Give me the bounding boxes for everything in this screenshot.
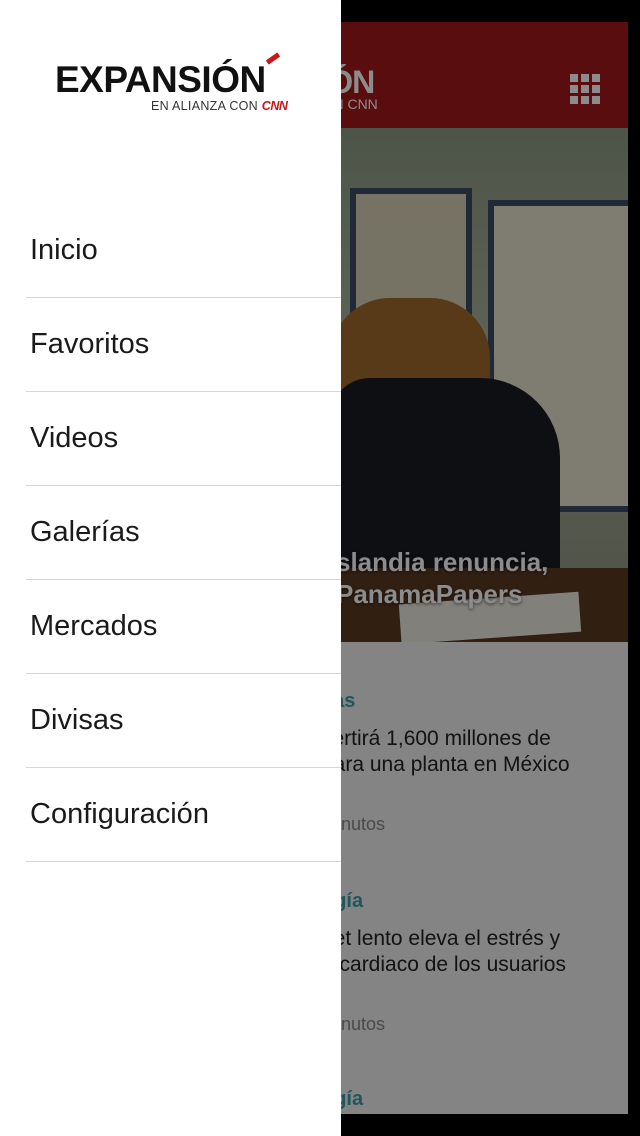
logo-subtitle-prefix: EN ALIANZA CON: [151, 99, 259, 113]
menu-item-mercados[interactable]: Mercados: [26, 580, 341, 674]
logo-accent-mark: [265, 52, 281, 65]
logo-subtitle: EN ALIANZA CON CNN: [151, 99, 288, 113]
menu-item-divisas[interactable]: Divisas: [26, 674, 341, 768]
menu-item-label: Favoritos: [30, 328, 150, 360]
logo-title: EXPANSIÓN: [55, 59, 266, 100]
menu-item-label: Mercados: [30, 610, 158, 642]
menu-item-label: Videos: [30, 422, 119, 454]
menu-item-label: Divisas: [30, 704, 124, 736]
menu-item-label: Galerías: [30, 516, 140, 548]
drawer-menu: Inicio Favoritos Videos Galerías Mercado…: [26, 204, 341, 862]
menu-item-videos[interactable]: Videos: [26, 392, 341, 486]
menu-item-inicio[interactable]: Inicio: [26, 204, 341, 298]
menu-item-galerias[interactable]: Galerías: [26, 486, 341, 580]
menu-item-label: Inicio: [30, 234, 98, 266]
menu-item-favoritos[interactable]: Favoritos: [26, 298, 341, 392]
menu-item-label: Configuración: [30, 798, 209, 830]
side-drawer: EXPANSIÓN EN ALIANZA CON CNN Inicio Favo…: [0, 0, 341, 1136]
expansion-logo: EXPANSIÓN EN ALIANZA CON CNN: [55, 52, 295, 118]
menu-item-configuracion[interactable]: Configuración: [26, 768, 341, 862]
cnn-logo: CNN: [261, 99, 288, 113]
